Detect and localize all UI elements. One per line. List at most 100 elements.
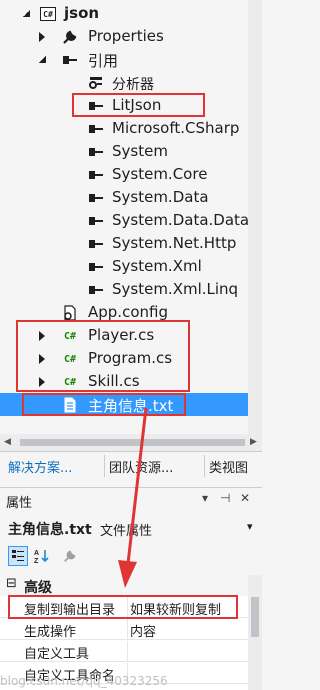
close-icon[interactable]: ✕ bbox=[240, 491, 250, 505]
tree-item-system-xml-linq[interactable]: System.Xml.Linq bbox=[0, 278, 248, 301]
tree-item-references[interactable]: 引用 bbox=[0, 48, 248, 71]
pin-icon[interactable]: ⊣ bbox=[220, 491, 230, 505]
tree-item-label: LitJson bbox=[112, 96, 162, 114]
grid-separator bbox=[127, 597, 128, 618]
collapse-category-icon[interactable]: ⊟ bbox=[6, 576, 17, 591]
tree-item-project[interactable]: C# json bbox=[0, 2, 248, 25]
object-type: 文件属性 bbox=[100, 524, 153, 539]
csharp-file-icon: C# bbox=[63, 353, 77, 365]
collapse-arrow-icon[interactable] bbox=[20, 7, 32, 19]
reference-icon bbox=[88, 282, 104, 298]
properties-header: 属性 ▾ ⊣ ✕ bbox=[0, 487, 262, 512]
reference-icon bbox=[88, 98, 104, 114]
tree-item-system-net-http[interactable]: System.Net.Http bbox=[0, 232, 248, 255]
tree-item-program-cs[interactable]: C# Program.cs bbox=[0, 347, 248, 370]
tree-item-litjson[interactable]: LitJson bbox=[0, 94, 248, 117]
reference-icon bbox=[88, 144, 104, 160]
property-pages-icon[interactable] bbox=[60, 546, 80, 566]
tree-item-system-data[interactable]: System.Data bbox=[0, 186, 248, 209]
csharp-file-icon: C# bbox=[63, 376, 77, 388]
expand-arrow-icon[interactable] bbox=[36, 376, 48, 388]
watermark: blog.csdn.net/qq_40323256 bbox=[0, 674, 168, 688]
tree-item-label: 分析器 bbox=[112, 77, 154, 93]
chevron-down-icon[interactable]: ▾ bbox=[247, 520, 253, 533]
tree-item-analyzers[interactable]: 分析器 bbox=[0, 71, 248, 94]
tree-item-label: Skill.cs bbox=[88, 372, 140, 390]
sort-alphabetical-icon[interactable]: AZ bbox=[32, 546, 52, 566]
text-file-icon bbox=[62, 397, 78, 413]
csharp-project-icon: C# bbox=[40, 6, 56, 22]
tree-item-system-data-dataset[interactable]: System.Data.DataSet bbox=[0, 209, 248, 232]
property-grid: ⊟ 高级 复制到输出目录 如果较新则复制 生成操作 内容 自定义工具 自定义工具… bbox=[0, 575, 262, 690]
reference-icon bbox=[88, 259, 104, 275]
tree-item-hero-info-txt[interactable]: 主角信息.txt bbox=[0, 393, 248, 416]
object-name: 主角信息.txt bbox=[8, 522, 92, 538]
reference-icon bbox=[88, 121, 104, 137]
project-name: json bbox=[64, 4, 100, 22]
tree-item-player-cs[interactable]: C# Player.cs bbox=[0, 324, 248, 347]
properties-title: 属性 bbox=[6, 496, 33, 511]
tree-item-label: 主角信息.txt bbox=[88, 397, 174, 415]
wrench-icon bbox=[62, 29, 78, 45]
tab-solution-explorer[interactable]: 解决方案... bbox=[4, 455, 77, 477]
tab-class-view[interactable]: 类视图 bbox=[204, 455, 253, 477]
tree-item-label: Program.cs bbox=[88, 349, 173, 367]
tree-item-label: System bbox=[112, 142, 168, 160]
object-selector[interactable]: 主角信息.txt 文件属性 ▾ bbox=[0, 513, 262, 541]
tree-item-properties[interactable]: Properties bbox=[0, 25, 248, 48]
property-row[interactable]: 生成操作 内容 bbox=[0, 619, 248, 640]
tree-item-system-xml[interactable]: System.Xml bbox=[0, 255, 248, 278]
collapse-arrow-icon[interactable] bbox=[36, 53, 48, 65]
explorer-tabs: 解决方案... 团队资源... 类视图 bbox=[0, 451, 262, 478]
tree-item-label: System.Data bbox=[112, 188, 209, 206]
csharp-file-icon: C# bbox=[63, 330, 77, 342]
reference-icon bbox=[88, 236, 104, 252]
tree-item-microsoft-csharp[interactable]: Microsoft.CSharp bbox=[0, 117, 248, 140]
tree-item-label: Player.cs bbox=[88, 326, 155, 344]
category-label: 高级 bbox=[24, 580, 52, 596]
scroll-right-icon[interactable]: ▶ bbox=[250, 437, 257, 447]
categorized-icon[interactable] bbox=[8, 546, 28, 566]
reference-icon bbox=[88, 190, 104, 206]
scroll-left-icon[interactable]: ◀ bbox=[4, 437, 11, 447]
tree-item-system-core[interactable]: System.Core bbox=[0, 163, 248, 186]
tree-item-label: System.Xml.Linq bbox=[112, 280, 239, 298]
property-key: 生成操作 bbox=[24, 625, 77, 640]
expand-arrow-icon[interactable] bbox=[36, 330, 48, 342]
config-icon bbox=[62, 305, 78, 321]
expand-arrow-icon[interactable] bbox=[36, 31, 48, 43]
tree-item-label: System.Data.DataSet bbox=[112, 211, 248, 229]
tree-item-label: System.Core bbox=[112, 165, 208, 183]
reference-icon bbox=[88, 213, 104, 229]
property-key: 复制到输出目录 bbox=[24, 603, 116, 618]
dropdown-icon[interactable]: ▾ bbox=[202, 491, 208, 505]
reference-icon bbox=[62, 52, 78, 68]
solution-explorer-tree: C# json Properties 引用 分析器 LitJson Micros… bbox=[0, 0, 248, 432]
grid-separator bbox=[127, 641, 128, 662]
scrollbar-thumb[interactable] bbox=[251, 597, 259, 637]
tree-item-skill-cs[interactable]: C# Skill.cs bbox=[0, 370, 248, 393]
property-row[interactable]: 复制到输出目录 如果较新则复制 bbox=[0, 597, 248, 618]
tab-team-explorer[interactable]: 团队资源... bbox=[104, 455, 178, 477]
tree-item-label: Properties bbox=[88, 27, 164, 45]
tree-item-label: System.Xml bbox=[112, 257, 202, 275]
property-value[interactable]: 内容 bbox=[130, 621, 156, 640]
property-row[interactable]: 自定义工具 bbox=[0, 641, 248, 662]
tree-item-label: Microsoft.CSharp bbox=[112, 119, 240, 137]
scrollbar-thumb[interactable] bbox=[20, 439, 245, 446]
tree-item-label: 引用 bbox=[88, 52, 119, 70]
expand-arrow-icon[interactable] bbox=[36, 353, 48, 365]
svg-text:Z: Z bbox=[34, 558, 39, 564]
tree-item-label: App.config bbox=[88, 303, 168, 321]
properties-toolbar: AZ bbox=[0, 541, 262, 573]
tree-item-system[interactable]: System bbox=[0, 140, 248, 163]
svg-text:A: A bbox=[34, 550, 39, 557]
property-value[interactable]: 如果较新则复制 bbox=[130, 599, 221, 618]
grid-scrollbar[interactable] bbox=[248, 575, 262, 690]
horizontal-scrollbar[interactable]: ◀ ▶ bbox=[0, 434, 262, 451]
vertical-scrollbar[interactable] bbox=[248, 0, 262, 450]
tree-item-app-config[interactable]: App.config bbox=[0, 301, 248, 324]
reference-icon bbox=[88, 167, 104, 183]
category-advanced[interactable]: ⊟ 高级 bbox=[0, 575, 262, 596]
grid-separator bbox=[127, 619, 128, 640]
